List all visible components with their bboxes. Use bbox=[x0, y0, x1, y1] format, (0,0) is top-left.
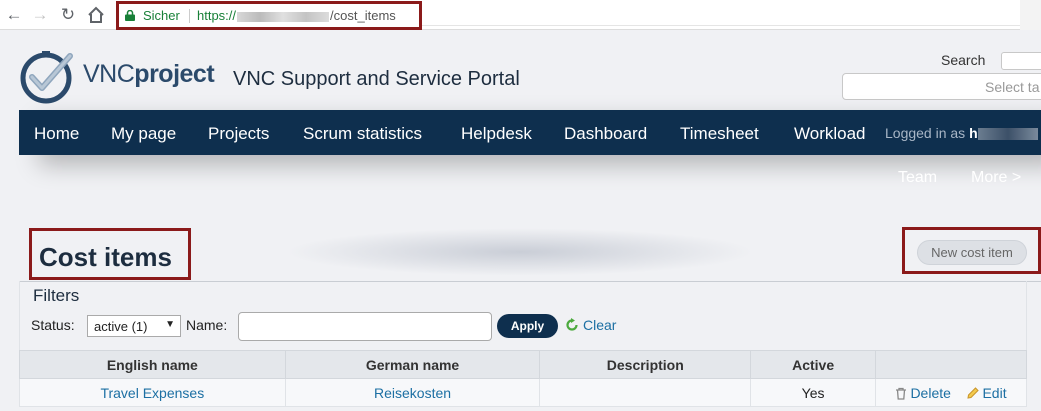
menu-item-dashboard[interactable]: Dashboard bbox=[564, 124, 647, 144]
column-english-name[interactable]: English name bbox=[19, 350, 286, 379]
column-active[interactable]: Active bbox=[750, 350, 877, 379]
column-actions bbox=[875, 350, 1027, 379]
vnc-logo-icon[interactable] bbox=[20, 50, 74, 104]
search-input[interactable] bbox=[1001, 52, 1041, 70]
column-german-name[interactable]: German name bbox=[284, 350, 541, 379]
home-icon[interactable] bbox=[85, 4, 107, 26]
back-arrow-icon[interactable]: ← bbox=[3, 4, 25, 26]
menu-item-workload[interactable]: Workload bbox=[794, 124, 866, 144]
brand-name[interactable]: VNCproject bbox=[83, 60, 215, 89]
project-jump-select[interactable]: Select ta bbox=[842, 73, 1041, 100]
secure-label: Sicher bbox=[143, 8, 180, 23]
cost-items-table: English name German name Description Act… bbox=[19, 350, 1027, 407]
cell-description bbox=[539, 378, 752, 407]
portal-title: VNC Support and Service Portal bbox=[233, 68, 520, 90]
menu-item-projects[interactable]: Projects bbox=[208, 124, 269, 144]
browser-edge bbox=[1020, 0, 1041, 30]
menu-item-helpdesk[interactable]: Helpdesk bbox=[461, 124, 532, 144]
english-name-link[interactable]: Travel Expenses bbox=[100, 385, 204, 401]
menu-item-timesheet[interactable]: Timesheet bbox=[680, 124, 759, 144]
decorative-shadow bbox=[285, 228, 755, 276]
status-select[interactable]: active (1) ▼ bbox=[87, 315, 181, 337]
address-bar[interactable]: Sicher https:///cost_items bbox=[116, 1, 422, 30]
status-label: Status: bbox=[31, 317, 75, 333]
filters-title: Filters bbox=[33, 286, 80, 305]
url-text: https:///cost_items bbox=[197, 8, 396, 23]
menu-item-home[interactable]: Home bbox=[34, 124, 79, 144]
new-cost-item-highlight: New cost item bbox=[902, 227, 1041, 274]
menu-item-scrum-statistics[interactable]: Scrum statistics bbox=[303, 124, 422, 144]
cell-english-name: Travel Expenses bbox=[19, 378, 286, 407]
pencil-icon bbox=[967, 386, 980, 399]
cell-active: Yes bbox=[750, 378, 877, 407]
address-bar-extension bbox=[422, 6, 1020, 26]
page-title: Cost items bbox=[39, 242, 172, 272]
edit-link[interactable]: Edit bbox=[966, 385, 1007, 401]
cell-actions: Delete Edit bbox=[875, 378, 1027, 407]
german-name-link[interactable]: Reisekosten bbox=[374, 385, 451, 401]
trash-icon bbox=[896, 387, 907, 400]
sub-menu-more[interactable]: More > bbox=[971, 169, 1021, 187]
redacted-host bbox=[237, 11, 330, 22]
apply-button[interactable]: Apply bbox=[497, 314, 558, 338]
forward-arrow-icon[interactable]: → bbox=[29, 4, 51, 26]
page-title-highlight: Cost items bbox=[29, 228, 191, 280]
column-description[interactable]: Description bbox=[539, 350, 752, 379]
menu-item-my-page[interactable]: My page bbox=[111, 124, 176, 144]
reload-clear-icon[interactable] bbox=[565, 318, 579, 332]
delete-link[interactable]: Delete bbox=[895, 385, 951, 401]
table-row: Travel Expenses Reisekosten Yes Delete E… bbox=[19, 378, 1027, 407]
search-label: Search bbox=[941, 52, 986, 68]
new-cost-item-button[interactable]: New cost item bbox=[917, 240, 1027, 265]
reload-icon[interactable]: ↻ bbox=[57, 4, 79, 26]
table-header-row: English name German name Description Act… bbox=[19, 350, 1027, 379]
dropdown-arrow-icon: ▼ bbox=[165, 319, 175, 330]
clear-link[interactable]: Clear bbox=[583, 317, 616, 333]
redacted-username bbox=[977, 128, 1038, 141]
main-menu: Home My page Projects Scrum statistics H… bbox=[19, 110, 1041, 155]
name-filter-input[interactable] bbox=[238, 312, 492, 341]
url-separator bbox=[189, 9, 190, 23]
logged-in-info: Logged in as h bbox=[885, 125, 1038, 141]
user-link[interactable]: h bbox=[969, 125, 978, 141]
lock-icon bbox=[125, 10, 135, 21]
cell-german-name: Reisekosten bbox=[284, 378, 541, 407]
sub-menu-team[interactable]: Team bbox=[898, 169, 937, 187]
browser-toolbar: ← → ↻ Sicher https:///cost_items bbox=[0, 0, 1041, 30]
name-label: Name: bbox=[186, 317, 228, 333]
